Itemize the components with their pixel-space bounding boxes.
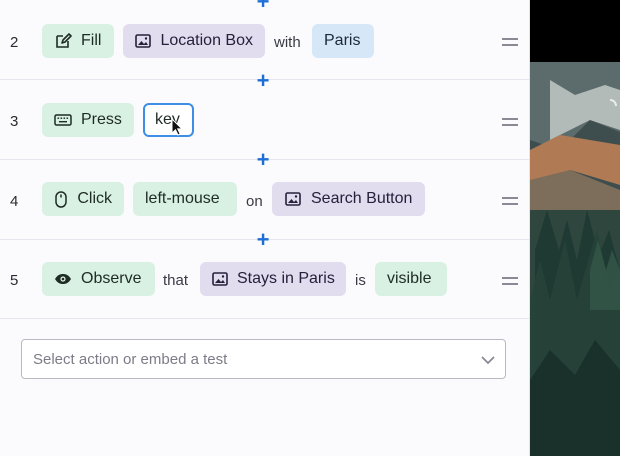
value-label: Paris xyxy=(324,32,361,49)
action-label: Observe xyxy=(81,270,142,287)
value-chip-paris[interactable]: Paris xyxy=(312,24,374,58)
image-icon xyxy=(212,270,228,288)
action-label: Press xyxy=(81,111,122,128)
drag-handle[interactable] xyxy=(502,197,518,209)
mouse-button-chip[interactable]: left-mouse xyxy=(133,182,237,216)
action-label: Click xyxy=(77,190,112,207)
action-chip-observe[interactable]: Observe xyxy=(42,262,155,296)
eye-icon xyxy=(54,270,72,288)
element-label: Stays in Paris xyxy=(237,270,335,287)
action-chip-fill[interactable]: Fill xyxy=(42,24,114,58)
step-row: 5 Observe that Stays in Paris is visible xyxy=(0,240,529,319)
step-number: 4 xyxy=(10,193,19,210)
action-chip-press[interactable]: Press xyxy=(42,103,134,137)
test-steps-panel: + 2 Fill Location Box with Paris + 3 Pre… xyxy=(0,0,529,456)
mouse-icon xyxy=(54,190,68,208)
connector-text: is xyxy=(355,272,366,289)
step-number: 3 xyxy=(10,113,19,130)
element-label: Location Box xyxy=(160,32,253,49)
image-icon xyxy=(284,190,302,208)
key-input[interactable]: key xyxy=(143,103,194,137)
state-label: visible xyxy=(387,270,432,287)
image-icon xyxy=(135,32,152,50)
mouse-button-label: left-mouse xyxy=(145,190,220,207)
mouse-cursor-icon xyxy=(171,117,184,141)
step-number: 5 xyxy=(10,272,19,289)
connector-text: on xyxy=(246,193,263,210)
chevron-down-icon xyxy=(481,352,495,370)
connector-text: with xyxy=(274,34,301,51)
connector-text: that xyxy=(163,272,189,289)
step-number: 2 xyxy=(10,34,19,51)
keyboard-icon xyxy=(54,111,72,129)
action-select-dropdown[interactable]: Select action or embed a test xyxy=(21,339,506,379)
drag-handle[interactable] xyxy=(502,118,518,130)
action-chip-click[interactable]: Click xyxy=(42,182,124,216)
element-label: Search Button xyxy=(311,190,413,207)
state-chip-visible[interactable]: visible xyxy=(375,262,447,296)
action-label: Fill xyxy=(81,32,102,49)
element-chip-stays-in-paris[interactable]: Stays in Paris xyxy=(200,262,346,296)
preview-image xyxy=(530,0,620,456)
drag-handle[interactable] xyxy=(502,277,518,289)
element-chip-search-button[interactable]: Search Button xyxy=(272,182,425,216)
drag-handle[interactable] xyxy=(502,38,518,50)
element-chip-location-box[interactable]: Location Box xyxy=(123,24,265,58)
edit-icon xyxy=(54,32,72,50)
select-placeholder: Select action or embed a test xyxy=(33,351,228,368)
